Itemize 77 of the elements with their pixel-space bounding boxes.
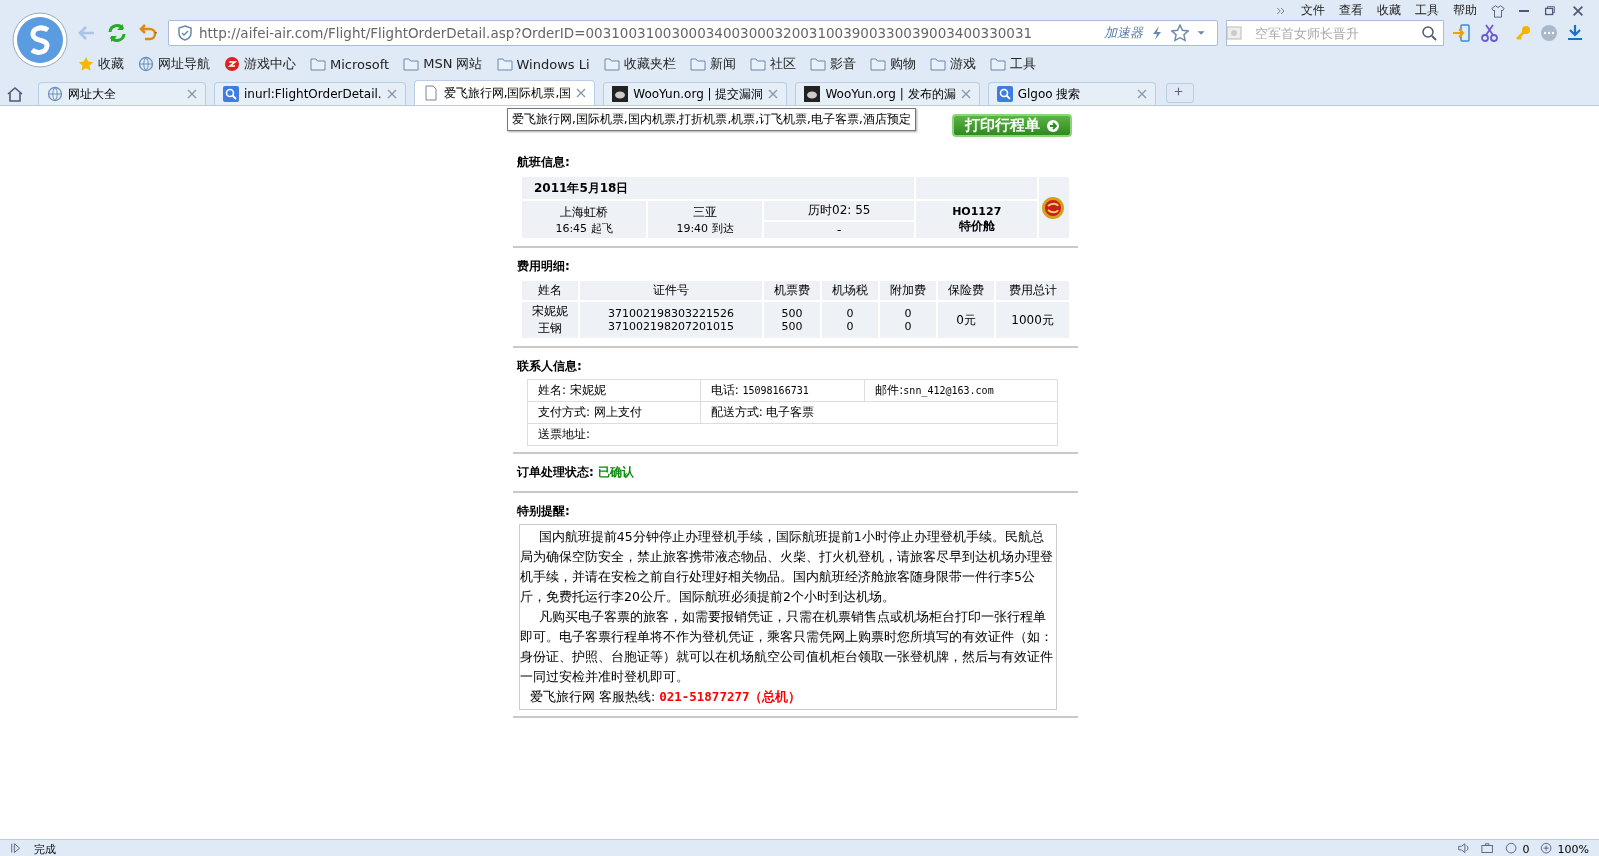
id-number: 371002198207201015 xyxy=(607,320,736,333)
surcharge: 0 xyxy=(903,320,913,333)
ticket-fare: 500 xyxy=(780,307,804,320)
section-title: 特别提醒: xyxy=(516,503,571,520)
flight-duration: 历时02: 55 xyxy=(764,201,915,220)
address-bar[interactable]: http://aifei-air.com/Flight/FlightOrderDetail.asp?OrderID=0031003100300034003000320031003900330039003400330031 加速器 xyxy=(168,20,1218,46)
status-label: 订单处理状态: xyxy=(517,465,594,479)
menu-item[interactable]: 文件 xyxy=(1301,2,1325,19)
departure-city: 上海虹桥 xyxy=(559,203,609,221)
bookmark-item[interactable]: 收藏 xyxy=(78,55,124,73)
bookmark-item[interactable]: 社区 xyxy=(749,55,796,73)
departure-time: 16:45 起飞 xyxy=(554,220,614,236)
ticket-fare: 500 xyxy=(780,320,804,333)
menu-item[interactable]: 收藏 xyxy=(1377,2,1401,19)
surcharge: 0 xyxy=(903,307,913,320)
bookmark-item[interactable]: 工具 xyxy=(989,55,1036,73)
bookmark-item[interactable]: 影音 xyxy=(809,55,856,73)
payment-method: 支付方式: 网上支付 xyxy=(527,401,701,424)
bookmark-item[interactable]: 网址导航 xyxy=(138,55,210,73)
passenger-name: 王钢 xyxy=(537,320,563,337)
delivery-address: 送票地址: xyxy=(527,423,1058,446)
hotline-label: 爱飞旅行网 客服热线: xyxy=(530,688,656,706)
bookmark-item[interactable]: MSN 网站 xyxy=(403,55,483,73)
email-address: snn_412@163.com xyxy=(903,385,994,396)
notice-paragraph: 国内航班提前45分钟停止办理登机手续，国际航班提前1小时停止办理登机手续。民航总局为确保空防安全，禁止旅客携带液态物品、火柴、打火机登机，请旅客尽早到达机场办理登机手续，并请在安检之前自行处理好相关物品。国内航班经济舱旅客随身限带一件行李5公斤，免费托运行李20公斤。国际航班必须提前2个小时到达机场。 xyxy=(520,528,1054,606)
status-value: 已确认 xyxy=(598,465,634,479)
column-header: 证件号 xyxy=(580,281,763,300)
column-header: 保险费 xyxy=(938,281,995,300)
notice-paragraph: 凡购买电子客票的旅客，如需要报销凭证，只需在机票销售点或机场柜台打印一张行程单即可。电子客票行程单将不作为登机凭证，乘客只需凭网上购票时您所填写的有效证件（如：身份证、护照、台胞证等）就可以在机场航空公司值机柜台领取一张登机牌，然后与有效证件一同过安检并准时登机即可。 xyxy=(520,608,1054,686)
contact-name: 姓名: 宋妮妮 xyxy=(527,379,701,402)
bookmark-item[interactable]: 购物 xyxy=(869,55,916,73)
bookmark-item[interactable]: 游戏中心 xyxy=(224,55,296,73)
airport-tax: 0 xyxy=(845,307,855,320)
phone-number: 15098166731 xyxy=(742,385,809,396)
accelerator-label[interactable]: 加速器 xyxy=(1104,24,1143,42)
zoom-level[interactable]: 100% xyxy=(1557,842,1589,856)
column-header: 姓名 xyxy=(522,281,578,300)
cabin-class: 特价舱 xyxy=(957,217,996,235)
browser-tab[interactable]: inurl:FlightOrderDetail. xyxy=(214,82,406,105)
flight-date: 2011年5月18日 xyxy=(522,177,915,199)
tooltip: 爱飞旅行网,国际机票,国内机票,打折机票,机票,订飞机票,电子客票,酒店预定 xyxy=(507,108,916,131)
menu-item[interactable]: 查看 xyxy=(1339,2,1363,19)
column-header: 机票费 xyxy=(764,281,821,300)
airport-tax: 0 xyxy=(845,320,855,333)
column-header: 机场税 xyxy=(822,281,879,300)
arrival-city: 三亚 xyxy=(692,203,718,221)
browser-tab[interactable]: WooYun.org | 发布的漏 xyxy=(795,82,980,105)
hotline-number: 021-51877277（总机） xyxy=(659,688,802,706)
total-fee: 1000元 xyxy=(996,302,1069,338)
column-header: 附加费 xyxy=(880,281,937,300)
status-counter: 0 xyxy=(1522,842,1530,856)
browser-tab[interactable]: WooYun.org | 提交漏洞 xyxy=(603,82,788,105)
status-text: 完成 xyxy=(34,841,56,856)
passenger-name: 宋妮妮 xyxy=(531,303,569,320)
menu-item[interactable]: 工具 xyxy=(1415,2,1439,19)
search-field[interactable]: 空军首女师长晋升 xyxy=(1226,20,1444,46)
arrival-time: 19:40 到达 xyxy=(675,220,735,236)
browser-tab[interactable]: Glgoo 搜索 xyxy=(987,82,1156,105)
menu-item[interactable]: 帮助 xyxy=(1453,2,1477,19)
table-cell: - xyxy=(764,222,915,238)
bookmark-item[interactable]: Windows Li xyxy=(496,56,590,72)
delivery-method: 配送方式: 电子客票 xyxy=(700,401,1058,424)
browser-tab[interactable]: 爱飞旅行网,国际机票,国 xyxy=(413,80,596,105)
flight-number: HO1127 xyxy=(951,204,1003,218)
id-number: 371002198303221526 xyxy=(607,307,736,320)
bookmark-item[interactable]: 收藏夹栏 xyxy=(603,55,676,73)
section-title: 航班信息: xyxy=(516,154,571,171)
column-header: 费用总计 xyxy=(996,281,1069,300)
section-title: 联系人信息: xyxy=(515,358,583,375)
browser-tab[interactable]: 网址大全 xyxy=(38,82,206,105)
phone-label: 电话: xyxy=(710,383,739,397)
email-label: 邮件: xyxy=(875,383,904,397)
bookmark-item[interactable]: 游戏 xyxy=(929,55,976,73)
bookmark-item[interactable]: 新闻 xyxy=(689,55,736,73)
insurance-fee: 0元 xyxy=(938,302,995,338)
section-title: 费用明细: xyxy=(516,258,571,275)
bookmark-item[interactable]: Microsoft xyxy=(310,56,390,72)
